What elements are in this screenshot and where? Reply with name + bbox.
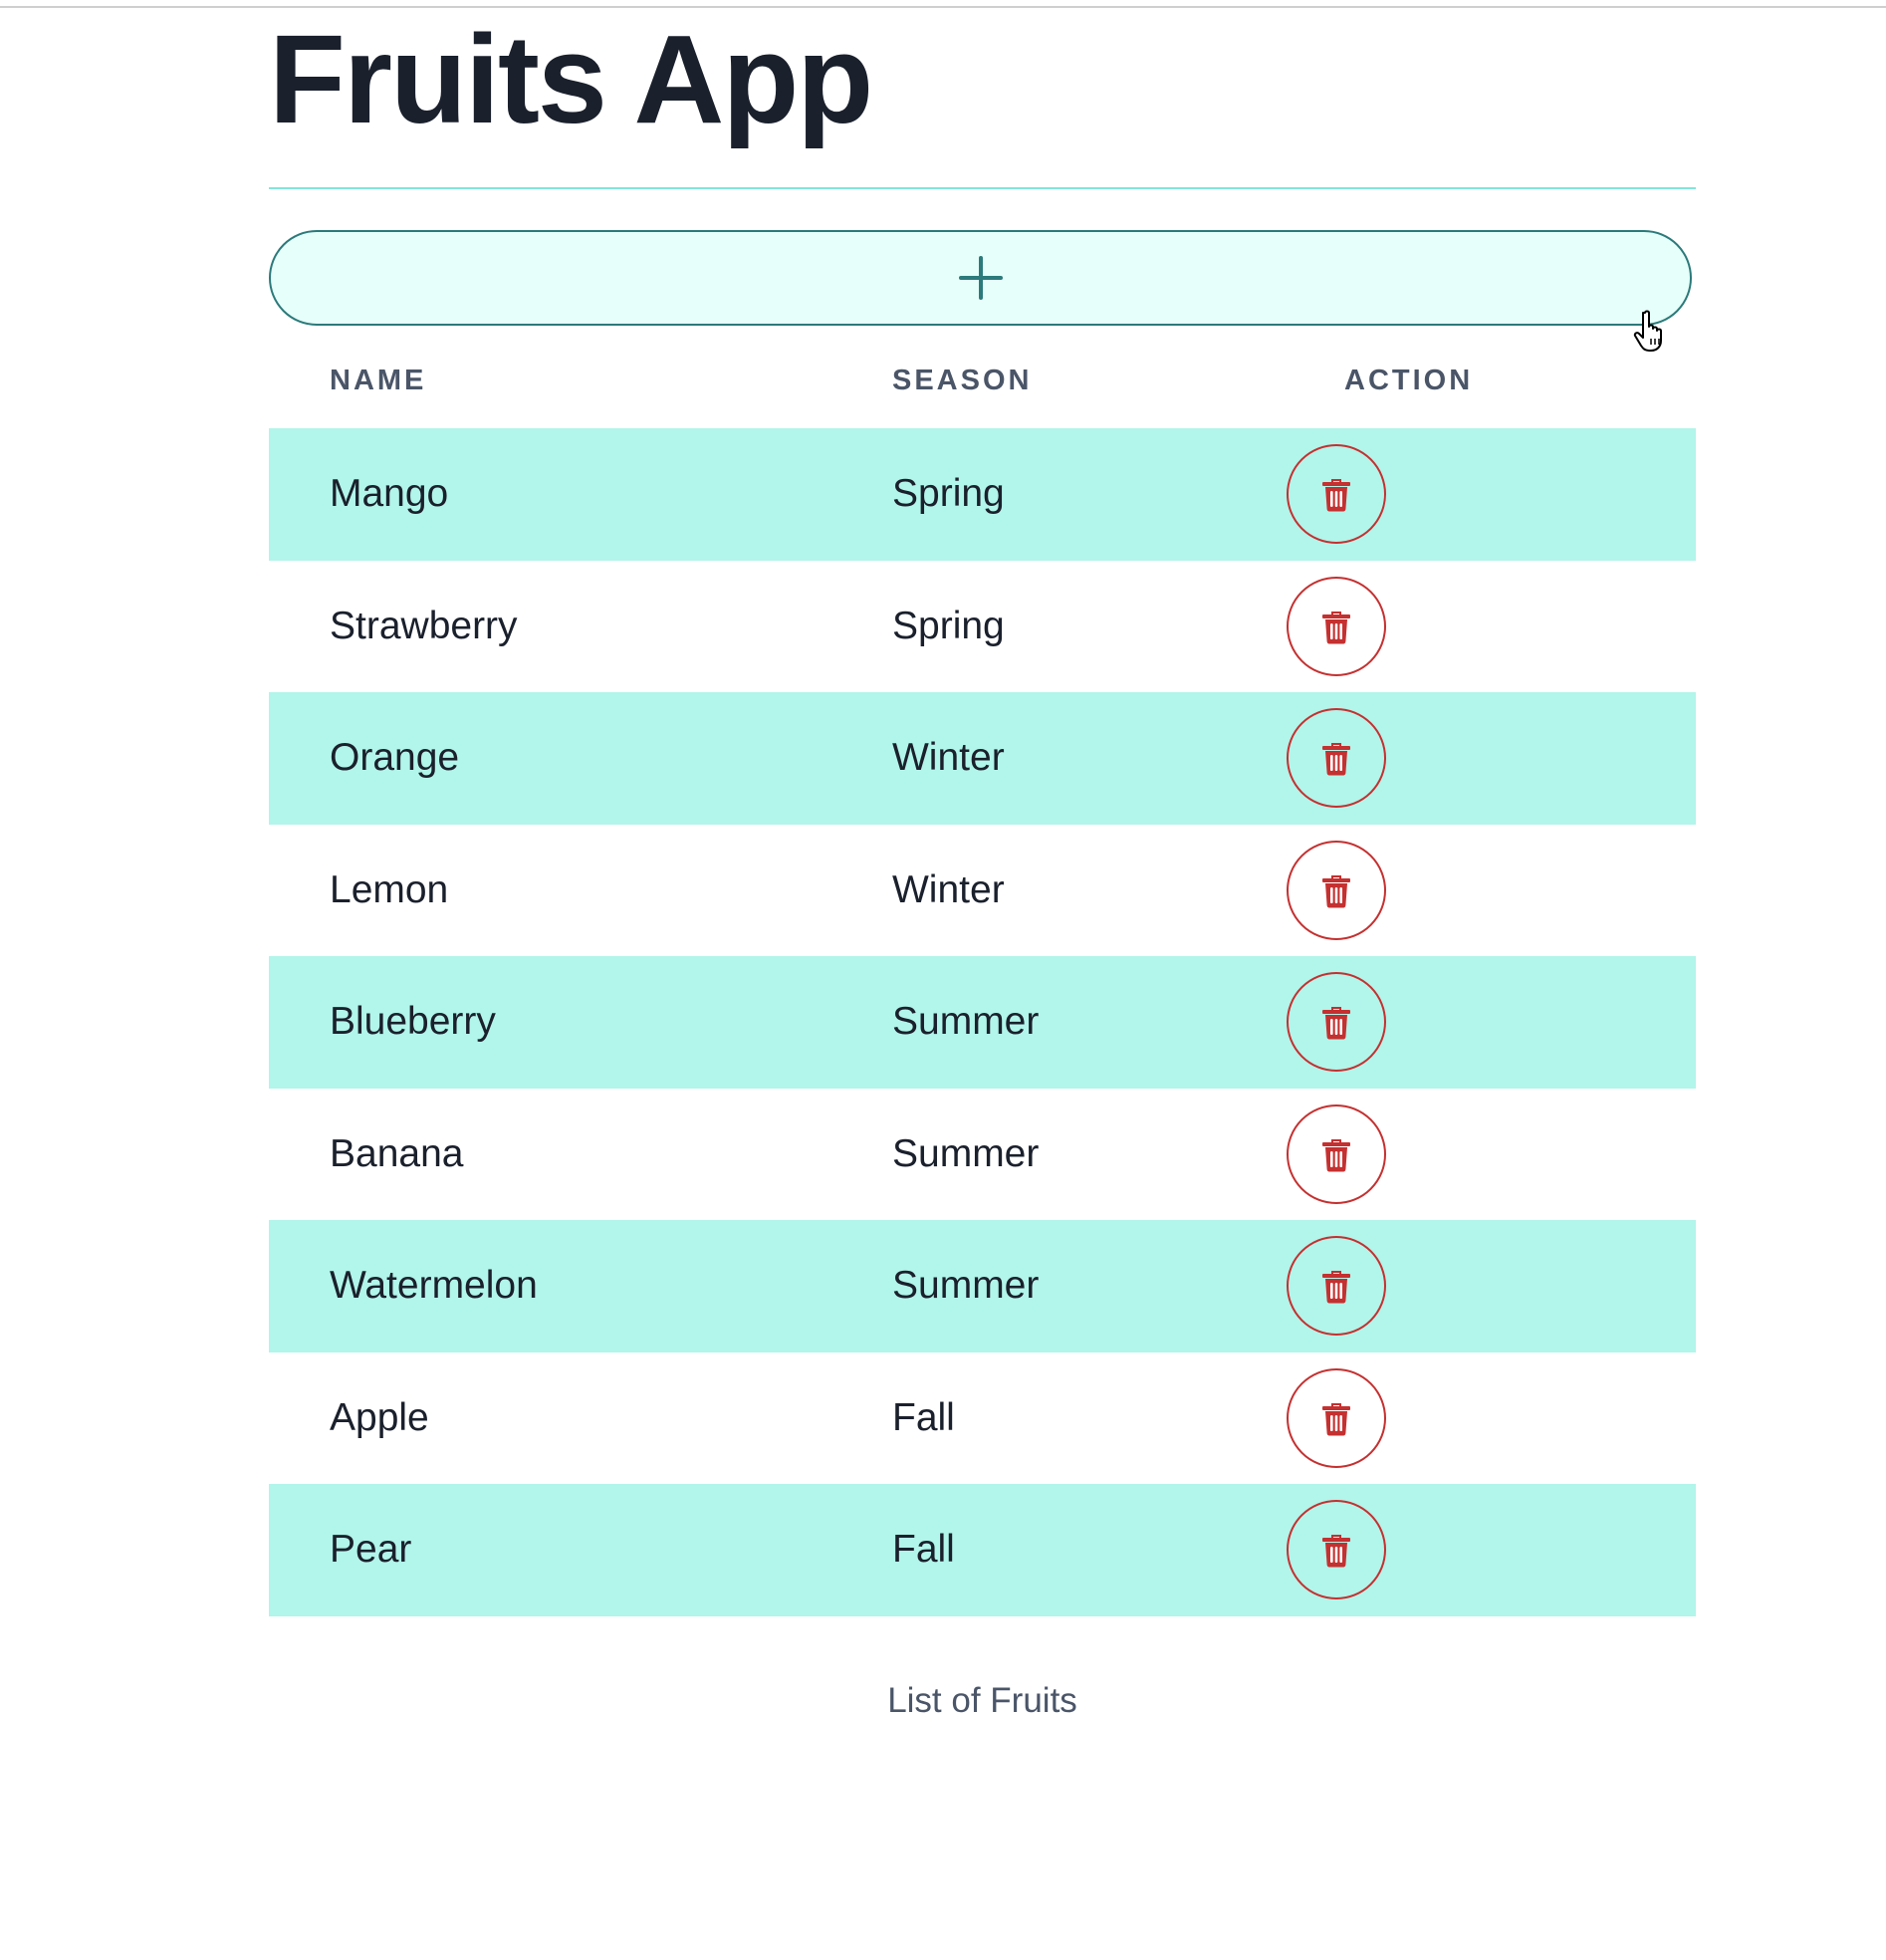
table-row: Banana Summer bbox=[269, 1089, 1696, 1221]
trash-icon bbox=[1322, 1138, 1350, 1172]
fruit-season: Spring bbox=[892, 472, 1005, 516]
delete-button[interactable] bbox=[1287, 444, 1386, 545]
fruit-name: Pear bbox=[330, 1528, 412, 1572]
fruit-season: Winter bbox=[892, 736, 1005, 780]
trash-icon bbox=[1322, 611, 1350, 644]
trash-icon bbox=[1322, 1271, 1350, 1304]
trash-icon bbox=[1322, 1007, 1350, 1040]
table-row: Apple Fall bbox=[269, 1352, 1696, 1485]
fruit-season: Summer bbox=[892, 1264, 1040, 1308]
fruit-name: Lemon bbox=[330, 867, 449, 911]
fruit-season: Fall bbox=[892, 1528, 955, 1572]
title-divider bbox=[269, 187, 1696, 189]
table-row: Orange Winter bbox=[269, 692, 1696, 825]
table-caption: List of Fruits bbox=[887, 1681, 1077, 1720]
table-row: Pear Fall bbox=[269, 1484, 1696, 1616]
fruit-name: Strawberry bbox=[330, 604, 518, 647]
header-action: ACTION bbox=[1344, 365, 1474, 396]
fruit-season: Spring bbox=[892, 604, 1005, 647]
delete-button[interactable] bbox=[1287, 1500, 1386, 1600]
trash-icon bbox=[1322, 1402, 1350, 1436]
trash-icon bbox=[1322, 743, 1350, 776]
table-row: Lemon Winter bbox=[269, 825, 1696, 957]
table-body: Mango Spring Strawberry Spring Orange Winter L… bbox=[269, 428, 1696, 1616]
fruit-season: Winter bbox=[892, 867, 1005, 911]
fruits-table: NAME SEASON ACTION Mango Spring Strawberry… bbox=[269, 347, 1696, 1616]
action-cell bbox=[1287, 692, 1386, 825]
add-fruit-button[interactable] bbox=[269, 230, 1692, 326]
action-cell bbox=[1287, 428, 1386, 561]
fruit-name: Blueberry bbox=[330, 1000, 496, 1044]
action-cell bbox=[1287, 1089, 1386, 1221]
delete-button[interactable] bbox=[1287, 840, 1386, 940]
table-row: Mango Spring bbox=[269, 428, 1696, 561]
table-row: Strawberry Spring bbox=[269, 561, 1696, 693]
fruit-name: Mango bbox=[330, 472, 449, 516]
delete-button[interactable] bbox=[1287, 576, 1386, 676]
table-row: Blueberry Summer bbox=[269, 956, 1696, 1089]
action-cell bbox=[1287, 956, 1386, 1089]
fruit-season: Summer bbox=[892, 1131, 1040, 1175]
trash-icon bbox=[1322, 479, 1350, 512]
delete-button[interactable] bbox=[1287, 1367, 1386, 1468]
action-cell bbox=[1287, 1352, 1386, 1485]
browser-top-border bbox=[0, 6, 1886, 8]
delete-button[interactable] bbox=[1287, 708, 1386, 809]
trash-icon bbox=[1322, 1535, 1350, 1568]
plus-icon bbox=[958, 256, 1003, 300]
trash-icon bbox=[1322, 874, 1350, 908]
action-cell bbox=[1287, 825, 1386, 957]
fruit-season: Summer bbox=[892, 1000, 1040, 1044]
header-season: SEASON bbox=[892, 365, 1033, 396]
fruit-name: Orange bbox=[330, 736, 460, 780]
fruit-season: Fall bbox=[892, 1395, 955, 1439]
action-cell bbox=[1287, 561, 1386, 693]
delete-button[interactable] bbox=[1287, 1236, 1386, 1337]
delete-button[interactable] bbox=[1287, 972, 1386, 1073]
page-title: Fruits App bbox=[269, 9, 873, 149]
table-row: Watermelon Summer bbox=[269, 1220, 1696, 1352]
action-cell bbox=[1287, 1220, 1386, 1352]
fruit-name: Apple bbox=[330, 1395, 429, 1439]
delete-button[interactable] bbox=[1287, 1103, 1386, 1204]
header-name: NAME bbox=[330, 365, 427, 396]
table-header: NAME SEASON ACTION bbox=[269, 347, 1696, 428]
hand-cursor-icon bbox=[1633, 310, 1662, 352]
fruit-name: Watermelon bbox=[330, 1264, 538, 1308]
action-cell bbox=[1287, 1484, 1386, 1616]
fruit-name: Banana bbox=[330, 1131, 464, 1175]
